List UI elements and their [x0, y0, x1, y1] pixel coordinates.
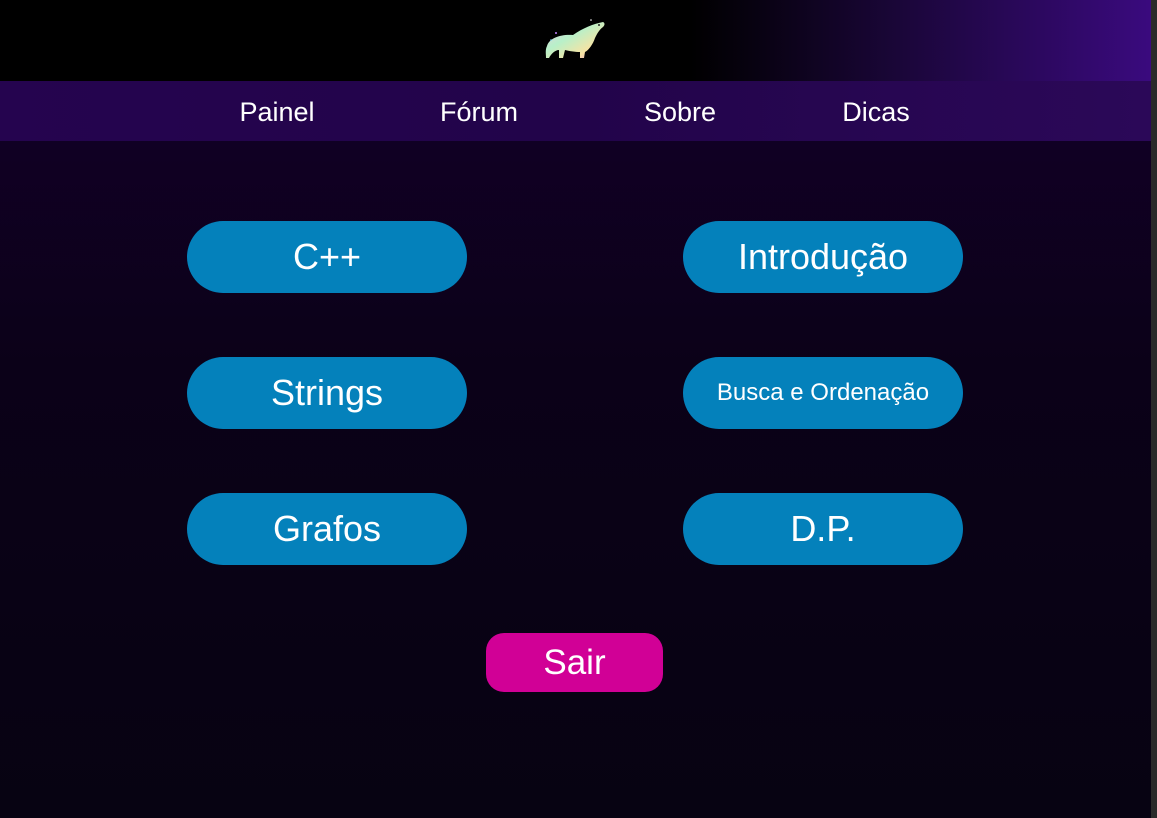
- nav-item-sobre[interactable]: Sobre: [620, 81, 740, 141]
- header-bar: [0, 0, 1151, 81]
- topic-button-grafos[interactable]: Grafos: [187, 493, 467, 565]
- polar-bear-logo-icon[interactable]: [541, 16, 609, 64]
- nav-item-dicas[interactable]: Dicas: [816, 81, 936, 141]
- main-nav: Painel Fórum Sobre Dicas: [0, 81, 1151, 141]
- topic-button-strings[interactable]: Strings: [187, 357, 467, 429]
- nav-item-forum[interactable]: Fórum: [418, 81, 540, 141]
- topic-button-busca-ordenacao[interactable]: Busca e Ordenação: [683, 357, 963, 429]
- topic-button-introducao[interactable]: Introdução: [683, 221, 963, 293]
- app-window: Painel Fórum Sobre Dicas C++ Introdução …: [0, 0, 1151, 818]
- window-border: [1151, 0, 1157, 818]
- topic-button-cpp[interactable]: C++: [187, 221, 467, 293]
- topic-button-dp[interactable]: D.P.: [683, 493, 963, 565]
- nav-item-painel[interactable]: Painel: [217, 81, 337, 141]
- exit-button[interactable]: Sair: [486, 633, 663, 692]
